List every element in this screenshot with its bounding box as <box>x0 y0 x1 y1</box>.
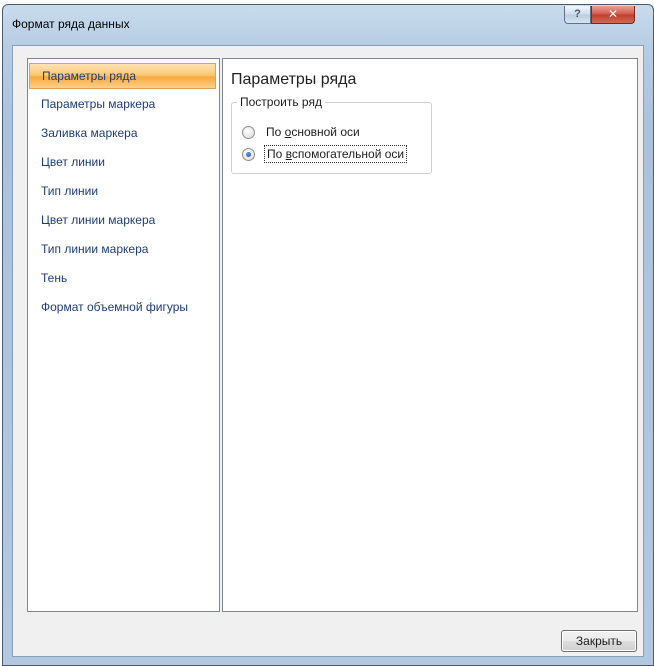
dialog-client-area: Параметры ряда Параметры маркера Заливка… <box>12 45 644 657</box>
secondary-axis-radio[interactable] <box>242 147 255 161</box>
plot-series-on-group: Построить ряд По основной оси По вспомог… <box>231 95 432 174</box>
secondary-axis-label: По вспомогательной оси <box>264 145 408 163</box>
sidebar-item-shadow[interactable]: Тень <box>29 266 216 294</box>
sidebar-item-line-color[interactable]: Цвет линии <box>29 150 216 178</box>
sidebar-item-marker-line-style[interactable]: Тип линии маркера <box>29 237 216 265</box>
dialog-window: Формат ряда данных ? ✕ Параметры ряда Па… <box>2 4 654 666</box>
sidebar-item-marker-line-color[interactable]: Цвет линии маркера <box>29 208 216 236</box>
primary-axis-radio[interactable] <box>242 125 255 139</box>
sidebar-item-marker-options[interactable]: Параметры маркера <box>29 92 216 120</box>
primary-axis-option[interactable]: По основной оси <box>242 123 362 141</box>
secondary-axis-label-prefix: По <box>267 147 286 161</box>
options-panel: Параметры ряда Построить ряд По основной… <box>222 58 638 612</box>
sidebar-item-3d-format[interactable]: Формат объемной фигуры <box>29 295 216 323</box>
primary-axis-label: По основной оси <box>264 124 362 140</box>
close-window-button[interactable]: ✕ <box>591 6 635 24</box>
title-bar[interactable]: Формат ряда данных ? ✕ <box>3 5 653 45</box>
category-list: Параметры ряда Параметры маркера Заливка… <box>27 58 220 612</box>
panel-title: Параметры ряда <box>231 71 357 88</box>
close-button[interactable]: Закрыть <box>561 630 637 652</box>
sidebar-item-marker-fill[interactable]: Заливка маркера <box>29 121 216 149</box>
secondary-axis-label-rest: спомогательной оси <box>291 147 405 161</box>
primary-axis-label-prefix: По <box>266 125 285 139</box>
secondary-axis-option[interactable]: По вспомогательной оси <box>242 145 408 163</box>
window-title: Формат ряда данных <box>12 17 130 31</box>
sidebar-item-line-style[interactable]: Тип линии <box>29 179 216 207</box>
primary-axis-label-rest: сновной оси <box>291 125 360 139</box>
sidebar-item-series-options[interactable]: Параметры ряда <box>29 63 216 89</box>
help-button[interactable]: ? <box>564 6 591 24</box>
group-label: Построить ряд <box>237 95 325 109</box>
